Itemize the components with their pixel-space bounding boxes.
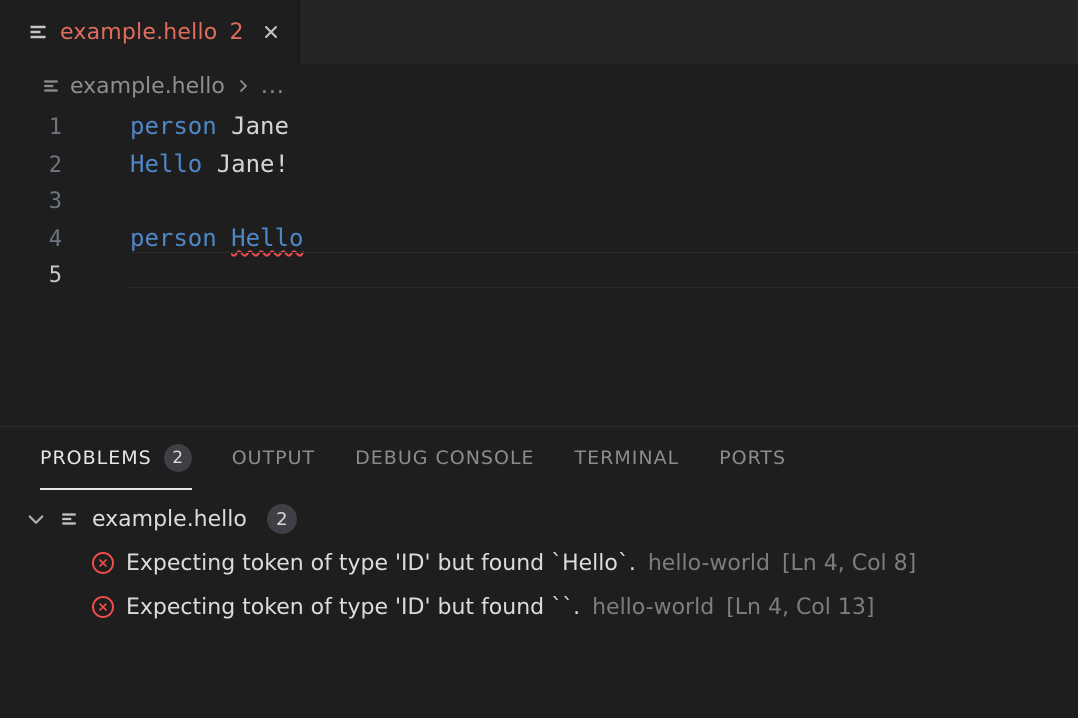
bottom-panel: PROBLEMS 2 OUTPUT DEBUG CONSOLE TERMINAL PORT… (0, 426, 1078, 718)
panel-tab-label: TERMINAL (575, 447, 680, 469)
token (217, 224, 231, 252)
problem-item[interactable]: Expecting token of type 'ID' but found `… (26, 585, 1078, 629)
token-keyword: person (130, 112, 217, 140)
tab-problem-count: 2 (229, 20, 243, 45)
tab-bar: example.hello 2 (0, 0, 1078, 64)
token-ident: Jane (231, 112, 289, 140)
code-content[interactable]: Hello Jane! (86, 146, 289, 182)
line-number: 3 (0, 184, 86, 220)
chevron-right-icon (235, 78, 251, 94)
token-macro: Hello (130, 150, 202, 178)
close-icon[interactable] (261, 22, 281, 42)
tab-filename: example.hello (60, 20, 217, 45)
problem-location: [Ln 4, Col 13] (726, 595, 874, 620)
line-number: 4 (0, 222, 86, 258)
code-content[interactable]: person Jane (86, 108, 289, 144)
line-number: 2 (0, 148, 86, 184)
panel-tabs: PROBLEMS 2 OUTPUT DEBUG CONSOLE TERMINAL PORT… (0, 427, 1078, 489)
line-number: 5 (0, 258, 86, 294)
panel-tab-terminal[interactable]: TERMINAL (575, 427, 680, 489)
panel-tab-label: PORTS (719, 447, 786, 469)
problem-source: hello-world (592, 595, 714, 620)
token (217, 112, 231, 140)
code-line[interactable]: 5 (0, 258, 1078, 294)
problem-item[interactable]: Expecting token of type 'ID' but found `… (26, 541, 1078, 585)
editor-tab[interactable]: example.hello 2 (0, 0, 300, 64)
problem-location: [Ln 4, Col 8] (782, 551, 916, 576)
problems-file-count: 2 (267, 504, 297, 534)
problem-message: Expecting token of type 'ID' but found `… (126, 595, 580, 620)
panel-tab-label: OUTPUT (232, 447, 315, 469)
token-keyword: person (130, 224, 217, 252)
error-icon (92, 596, 114, 618)
panel-tab-problems[interactable]: PROBLEMS 2 (40, 427, 192, 489)
panel-tab-label: DEBUG CONSOLE (355, 447, 534, 469)
token-macro: Hello (231, 224, 303, 252)
file-icon (42, 77, 60, 95)
code-line[interactable]: 1person Jane (0, 108, 1078, 146)
panel-tab-debug[interactable]: DEBUG CONSOLE (355, 427, 534, 489)
code-line[interactable]: 4person Hello (0, 220, 1078, 258)
breadcrumb-more[interactable]: ... (261, 74, 285, 99)
file-icon (60, 510, 78, 528)
breadcrumb[interactable]: example.hello ... (0, 64, 1078, 108)
problem-message: Expecting token of type 'ID' but found `… (126, 551, 636, 576)
problem-source: hello-world (648, 551, 770, 576)
problems-file-row[interactable]: example.hello 2 (26, 497, 1078, 541)
file-icon (28, 22, 48, 42)
token-ident: Jane! (217, 150, 289, 178)
panel-tab-badge: 2 (164, 444, 192, 472)
chevron-down-icon[interactable] (26, 509, 46, 529)
panel-tab-ports[interactable]: PORTS (719, 427, 786, 489)
code-line[interactable]: 3 (0, 184, 1078, 220)
panel-tab-label: PROBLEMS (40, 447, 152, 469)
line-number: 1 (0, 110, 86, 146)
panel-tab-output[interactable]: OUTPUT (232, 427, 315, 489)
code-line[interactable]: 2Hello Jane! (0, 146, 1078, 184)
code-content[interactable]: person Hello (86, 220, 303, 256)
token (202, 150, 216, 178)
problems-list: example.hello 2 Expecting token of type … (0, 489, 1078, 629)
breadcrumb-file: example.hello (70, 74, 225, 99)
code-editor[interactable]: 1person Jane2Hello Jane!34person Hello5 (0, 108, 1078, 426)
error-icon (92, 552, 114, 574)
problems-file-name: example.hello (92, 507, 247, 532)
